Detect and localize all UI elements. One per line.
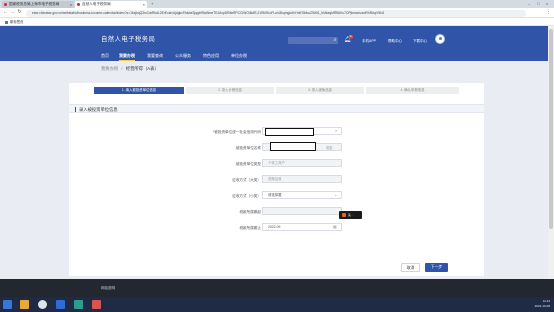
step-3: 3. 录入减免信息	[276, 87, 364, 94]
site-footer: 网站说明	[0, 279, 554, 297]
browser-tab-2[interactable]: 自然人电子税务局 ×	[75, 1, 147, 8]
app-icon[interactable]	[92, 300, 101, 309]
browser-menu-icon[interactable]: ⋮	[545, 9, 552, 16]
minimize-icon[interactable]: –	[528, 0, 530, 8]
reload-icon[interactable]: ↻	[16, 9, 23, 16]
section-accent	[75, 107, 76, 112]
breadcrumb-root[interactable]: 我要办税	[101, 66, 118, 71]
bookmark-bar: 新标签页	[0, 18, 554, 26]
scrollbar-thumb[interactable]	[549, 29, 553, 229]
ime-text: 英 ·	[348, 213, 353, 217]
step-4: 4. 确认申报信息	[366, 87, 459, 94]
browser-tab-1[interactable]: 国家税务总局上海市电子税务局 ×	[2, 1, 74, 8]
app-link[interactable]: 手机APP	[362, 39, 376, 44]
taskbar: 11:34 2022-10-08	[0, 297, 554, 312]
bookmark-icon	[5, 20, 8, 24]
url-input[interactable]: etax.chinatax.gov.cn/webstatic/business-…	[26, 9, 526, 17]
cancel-button[interactable]: 取消	[401, 263, 420, 272]
step-indicator: 1. 填入被投资单位信息 2. 录入计税信息 3. 录入减免信息 4. 确认申报…	[94, 87, 459, 94]
method-small-label: 征收方式（小类）	[232, 194, 261, 198]
tax-favicon-icon	[4, 3, 7, 6]
browser-tabstrip: 国家税务总局上海市电子税务局 × 自然人电子税务局 × + – □ ×	[0, 0, 554, 8]
step-1: 1. 填入被投资单位信息	[94, 87, 184, 94]
chevron-down-icon[interactable]: ⌄	[334, 191, 482, 198]
system-clock[interactable]: 11:34 2022-10-08	[535, 299, 550, 308]
site-header: 自然人电子税务局 ⌕ 🔔︎ 9+ 手机APP 帮助中心 下载中心 首页 我要办税…	[0, 26, 554, 61]
method-small-select[interactable]: 请选择要	[262, 191, 342, 199]
browser-tab-label: 国家税务总局上海市电子税务局	[9, 2, 60, 6]
start-icon[interactable]	[3, 300, 12, 309]
tax-favicon-icon	[77, 3, 80, 6]
ime-logo-icon	[342, 213, 346, 217]
section-title: 录入被投资单位信息	[79, 107, 118, 112]
type-label: 被投资单位类型	[235, 162, 261, 166]
menu-home[interactable]: 首页	[101, 52, 109, 61]
chrome-icon[interactable]	[38, 300, 47, 309]
bookmark-label[interactable]: 新标签页	[10, 20, 24, 24]
menu-public[interactable]: 公众服务	[175, 52, 191, 61]
app-icon[interactable]	[56, 300, 65, 309]
clear-link[interactable]: 清空	[326, 145, 332, 150]
period-start-field	[262, 207, 342, 215]
method-big-field: 查账征收	[262, 175, 342, 183]
ime-popup: 英 ·	[339, 211, 362, 219]
credit-code-label: *被投资单位统一社会信用代码	[171, 130, 261, 135]
download-link[interactable]: 下载中心	[413, 39, 427, 44]
redacted-block	[270, 142, 316, 151]
address-bar: ← → ↻ etax.chinatax.gov.cn/webstatic/bus…	[0, 8, 554, 18]
form-card: 1. 填入被投资单位信息 2. 录入计税信息 3. 录入减免信息 4. 确认申报…	[69, 83, 484, 276]
menu-features[interactable]: 特色应用	[203, 52, 219, 61]
period-end-label: 税款所属期止	[239, 226, 261, 230]
breadcrumb: 我要办税 / 经营所得（A表）	[101, 66, 159, 72]
breadcrumb-current: 经营所得（A表）	[125, 66, 159, 71]
help-link[interactable]: 帮助中心	[388, 39, 402, 44]
main-menu: 首页 我要办税 我要查询 公众服务 特色应用 单位办税	[0, 52, 554, 61]
search-icon[interactable]: ⌕	[335, 127, 482, 134]
browser-tab-label: 自然人电子税务局	[82, 2, 111, 6]
notification-badge: 9+	[349, 34, 354, 39]
step-2: 2. 录入计税信息	[186, 87, 274, 94]
calendar-icon[interactable]: ▦	[333, 223, 482, 230]
name-label: 被投资单位名称	[235, 146, 261, 150]
app-icon[interactable]	[74, 300, 83, 309]
file-explorer-icon[interactable]	[20, 300, 29, 309]
clock-date: 2022-10-08	[534, 303, 550, 308]
forward-icon[interactable]: →	[9, 9, 16, 16]
footer-text[interactable]: 网站说明	[101, 286, 115, 291]
method-big-label: 征收方式（大类）	[232, 178, 261, 182]
new-tab-icon[interactable]: +	[151, 0, 153, 8]
section-header: 录入被投资单位信息	[69, 104, 484, 113]
back-icon[interactable]: ←	[2, 9, 9, 16]
redacted-block	[265, 128, 314, 136]
search-icon[interactable]: ⌕	[331, 37, 339, 44]
type-field: 个体工商户	[262, 159, 342, 167]
site-logo[interactable]: 自然人电子税务局	[101, 34, 155, 43]
menu-tax[interactable]: 我要办税	[119, 52, 135, 61]
menu-unit[interactable]: 单位办税	[231, 52, 247, 61]
avatar[interactable]	[435, 34, 445, 44]
breadcrumb-separator: /	[121, 66, 123, 71]
close-tab-icon[interactable]: ×	[70, 1, 72, 8]
menu-query[interactable]: 我要查询	[147, 52, 163, 61]
period-end-picker[interactable]: 2022-09	[262, 223, 342, 231]
next-button[interactable]: 下一步	[425, 263, 448, 272]
period-start-label: 税款所属期起	[239, 210, 261, 214]
credit-code-label-text: 被投资单位统一社会信用代码	[214, 130, 261, 134]
page-scrollbar[interactable]	[548, 26, 554, 297]
close-window-icon[interactable]: ×	[546, 0, 548, 8]
maximize-icon[interactable]: □	[537, 0, 539, 8]
close-tab-icon[interactable]: ×	[143, 1, 145, 8]
